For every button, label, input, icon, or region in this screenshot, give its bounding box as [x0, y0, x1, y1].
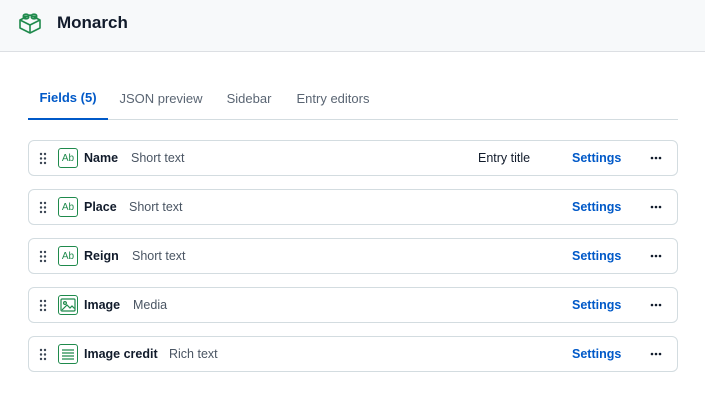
- field-row-image[interactable]: Image Media Settings: [28, 287, 678, 323]
- settings-link[interactable]: Settings: [572, 298, 621, 312]
- more-options-icon[interactable]: [648, 346, 664, 362]
- text-ab-icon: Ab: [58, 148, 78, 168]
- tab-json-preview[interactable]: JSON preview: [116, 76, 206, 120]
- field-row-image-credit[interactable]: Image credit Rich text Settings: [28, 336, 678, 372]
- text-ab-icon: Ab: [58, 246, 78, 266]
- field-name: Name: [84, 151, 119, 165]
- field-type: Short text: [132, 249, 186, 263]
- field-type: Short text: [131, 151, 185, 165]
- image-icon: [58, 295, 78, 315]
- field-row-name[interactable]: Ab Name Short text Entry title Settings: [28, 140, 678, 176]
- drag-handle-icon[interactable]: [39, 152, 47, 165]
- tab-fields[interactable]: Fields (5): [28, 76, 108, 120]
- settings-link[interactable]: Settings: [572, 151, 621, 165]
- tab-entry-editors[interactable]: Entry editors: [292, 76, 374, 120]
- field-type: Media: [133, 298, 168, 312]
- field-name: Image credit: [84, 347, 158, 361]
- more-options-icon[interactable]: [648, 297, 664, 313]
- text-ab-icon: Ab: [58, 197, 78, 217]
- field-name: Place: [84, 200, 117, 214]
- field-name: Image: [84, 298, 121, 312]
- settings-link[interactable]: Settings: [572, 200, 621, 214]
- more-options-icon[interactable]: [648, 248, 664, 264]
- tab-bar: Fields (5) JSON preview Sidebar Entry ed…: [28, 76, 678, 120]
- more-options-icon[interactable]: [648, 150, 664, 166]
- drag-handle-icon[interactable]: [39, 299, 47, 312]
- field-row-place[interactable]: Ab Place Short text Settings: [28, 189, 678, 225]
- top-bar: Monarch: [0, 0, 705, 52]
- more-options-icon[interactable]: [648, 199, 664, 215]
- drag-handle-icon[interactable]: [39, 250, 47, 263]
- tab-sidebar[interactable]: Sidebar: [218, 76, 280, 120]
- app-title: Monarch: [57, 13, 128, 32]
- field-row-reign[interactable]: Ab Reign Short text Settings: [28, 238, 678, 274]
- drag-handle-icon[interactable]: [39, 348, 47, 361]
- field-type: Short text: [129, 200, 183, 214]
- entry-title-badge: Entry title: [478, 151, 531, 165]
- field-name: Reign: [84, 249, 119, 263]
- rich-text-icon: [58, 344, 78, 364]
- settings-link[interactable]: Settings: [572, 249, 621, 263]
- field-type: Rich text: [169, 347, 218, 361]
- settings-link[interactable]: Settings: [572, 347, 621, 361]
- drag-handle-icon[interactable]: [39, 201, 47, 214]
- lego-brick-icon: [17, 11, 43, 35]
